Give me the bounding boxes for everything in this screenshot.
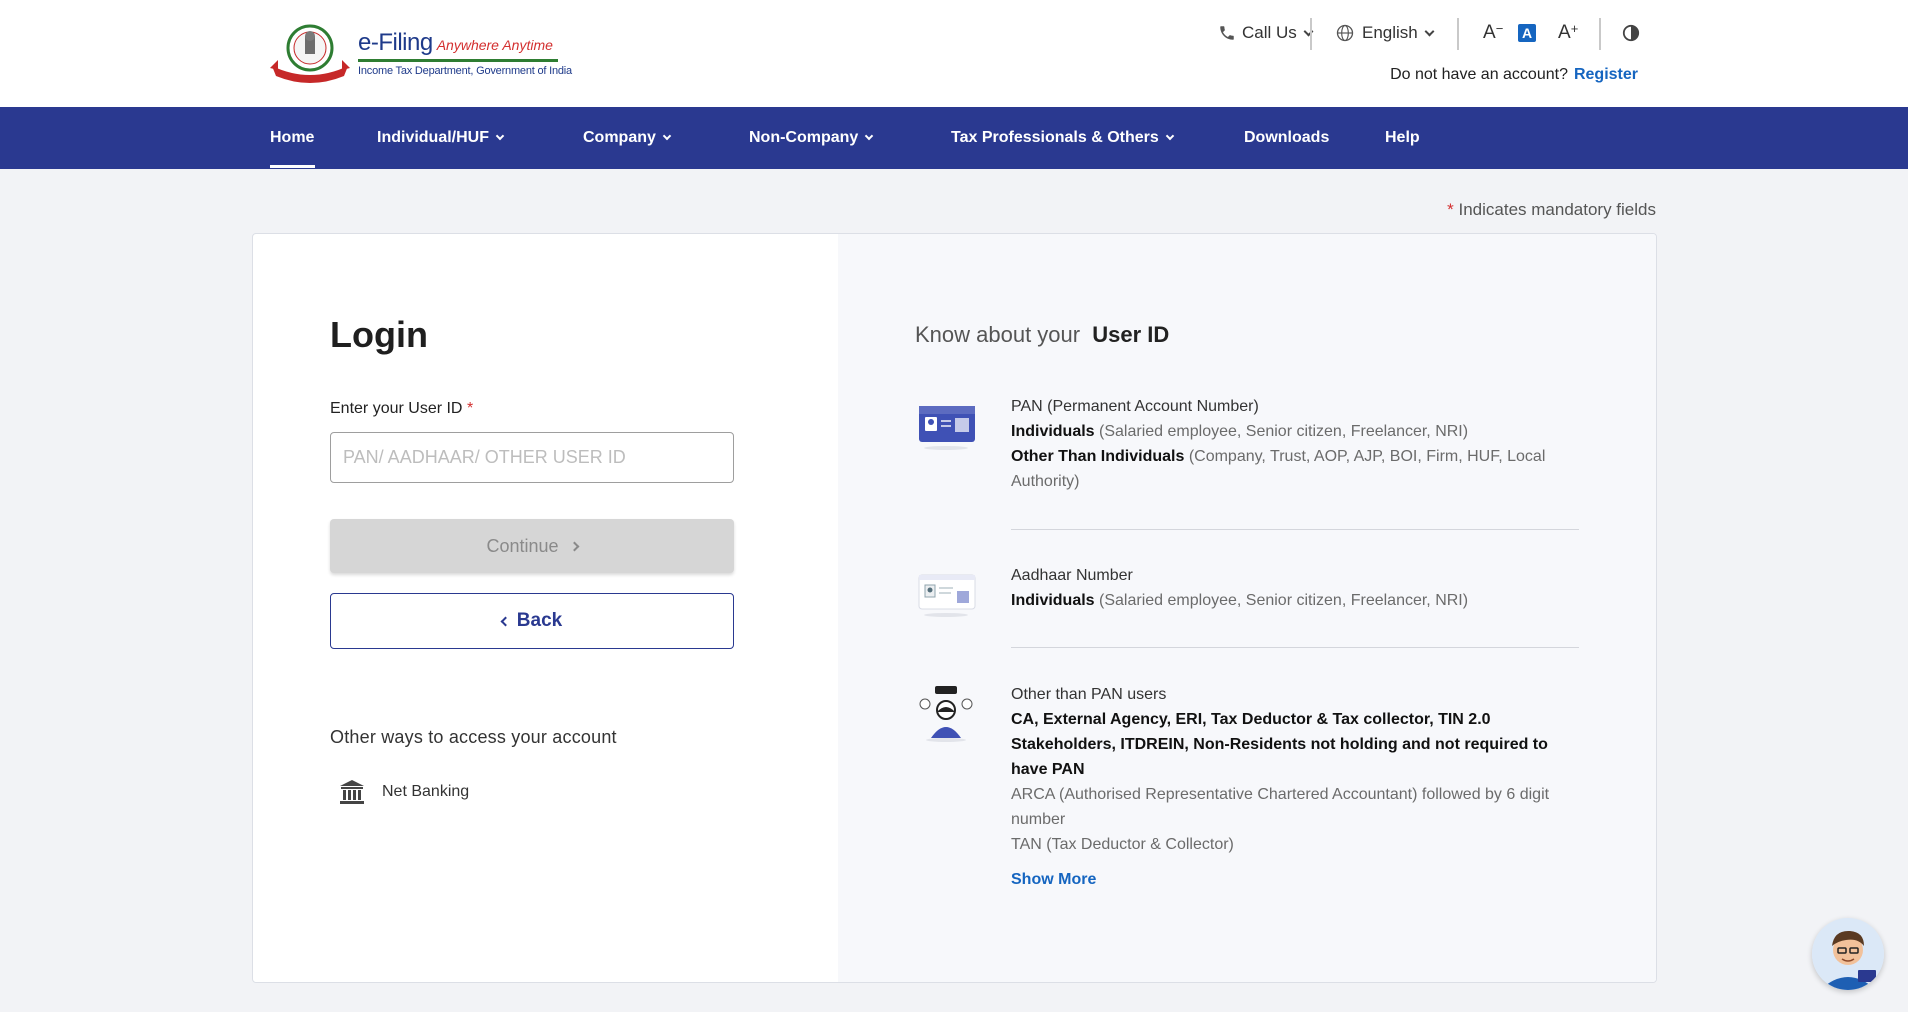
other-users-text: Other than PAN users CA, External Agency… <box>1011 682 1585 892</box>
income-tax-emblem-icon <box>270 24 350 83</box>
mandatory-note-text: Indicates mandatory fields <box>1458 200 1657 219</box>
font-default-button[interactable]: A <box>1518 18 1536 48</box>
net-banking-label: Net Banking <box>382 783 470 800</box>
brand-title: e-Filing <box>358 29 433 56</box>
pan-other-label: Other Than Individuals <box>1011 448 1185 465</box>
call-us-label: Call Us <box>1242 23 1297 42</box>
mandatory-note: * Indicates mandatory fields <box>1447 200 1657 219</box>
nav-label: Company <box>583 129 656 146</box>
font-decrease-icon: A <box>1483 22 1496 43</box>
chevron-down-icon <box>495 131 505 141</box>
pan-ind-desc: (Salaried employee, Senior citizen, Free… <box>1099 423 1469 440</box>
continue-label: Continue <box>486 535 559 556</box>
userid-input[interactable] <box>330 432 734 483</box>
user-group-icon <box>919 686 973 742</box>
back-label: Back <box>516 610 563 631</box>
nav-item-tax-professionals[interactable]: Tax Professionals & Others <box>951 107 1175 169</box>
continue-button[interactable]: Continue <box>330 519 734 573</box>
brand-tagline: Anywhere Anytime <box>436 37 553 53</box>
back-button[interactable]: Back <box>330 593 734 649</box>
globe-icon <box>1336 24 1354 42</box>
nav-label: Tax Professionals & Others <box>951 129 1159 146</box>
brand-subtitle: Income Tax Department, Government of Ind… <box>358 65 572 77</box>
aadhaar-ind-desc: (Salaried employee, Senior citizen, Free… <box>1099 592 1469 609</box>
chevron-down-icon <box>1424 26 1435 36</box>
pan-ind-label: Individuals <box>1011 423 1095 440</box>
register-link[interactable]: Register <box>1574 66 1638 83</box>
divider <box>1310 18 1312 50</box>
tan-desc: TAN (Tax Deductor & Collector) <box>1011 836 1234 853</box>
net-banking-option[interactable]: Net Banking <box>338 778 469 806</box>
nav-label: Home <box>270 129 315 146</box>
show-more-link[interactable]: Show More <box>1011 871 1096 888</box>
main-navigation: Home Individual/HUF Company Non-Company … <box>0 107 1908 169</box>
other-users-heading: Other than PAN users <box>1011 686 1167 703</box>
divider <box>1011 647 1579 648</box>
know-title-strong: User ID <box>1092 322 1170 347</box>
aadhaar-heading: Aadhaar Number <box>1011 567 1133 584</box>
site-header: e-Filing Anywhere Anytime Income Tax Dep… <box>0 0 1908 107</box>
brand-divider <box>358 59 558 62</box>
aadhaar-ind-label: Individuals <box>1011 592 1095 609</box>
divider <box>1011 529 1579 530</box>
assistant-avatar-icon <box>1812 918 1884 990</box>
header-utilities: Call Us English A − A A + <box>1208 18 1908 50</box>
phone-icon <box>1220 26 1234 40</box>
aadhaar-info-text: Aadhaar Number Individuals (Salaried emp… <box>1011 563 1585 613</box>
other-users-types: CA, External Agency, ERI, Tax Deductor &… <box>1011 711 1548 778</box>
login-card: Login Enter your User ID * Continue Back… <box>252 233 1657 983</box>
register-prompt: Do not have an account? Register <box>1390 66 1638 84</box>
call-us-dropdown[interactable]: Call Us <box>1218 18 1314 48</box>
chevron-down-icon <box>865 131 874 141</box>
bank-icon <box>340 780 364 804</box>
aadhaar-card-icon <box>918 574 976 617</box>
nav-label: Help <box>1385 129 1420 146</box>
language-dropdown[interactable]: English <box>1335 18 1435 48</box>
other-ways-heading: Other ways to access your account <box>330 727 617 747</box>
contrast-icon <box>1622 24 1640 42</box>
pan-heading: PAN (Permanent Account Number) <box>1011 398 1259 415</box>
nav-item-help[interactable]: Help <box>1385 107 1420 169</box>
chevron-left-icon <box>500 616 511 626</box>
nav-label: Downloads <box>1244 129 1330 146</box>
nav-item-company[interactable]: Company <box>583 107 672 169</box>
nav-item-home[interactable]: Home <box>270 107 314 169</box>
divider <box>1599 18 1601 50</box>
know-user-id-title: Know about your User ID <box>915 322 1169 348</box>
account-prompt-text: Do not have an account? <box>1390 66 1568 83</box>
font-increase-icon: A <box>1558 22 1571 43</box>
font-increase-button[interactable]: A + <box>1558 18 1578 48</box>
userid-label: Enter your User ID * <box>330 400 474 417</box>
nav-item-non-company[interactable]: Non-Company <box>749 107 874 169</box>
nav-active-indicator <box>270 165 315 168</box>
chevron-down-icon <box>1165 131 1175 141</box>
font-default-icon: A <box>1518 24 1536 42</box>
know-title-prefix: Know about your <box>915 322 1081 347</box>
pan-card-icon <box>919 406 975 450</box>
userid-label-text: Enter your User ID <box>330 400 463 417</box>
nav-item-individual-huf[interactable]: Individual/HUF <box>377 107 505 169</box>
nav-label: Non-Company <box>749 129 859 146</box>
chevron-right-icon <box>569 541 579 551</box>
font-decrease-button[interactable]: A − <box>1483 18 1503 48</box>
contrast-toggle[interactable] <box>1622 18 1640 48</box>
page-title: Login <box>330 314 428 355</box>
nav-label: Individual/HUF <box>377 129 489 146</box>
arca-desc: ARCA (Authorised Representative Chartere… <box>1011 786 1550 828</box>
divider <box>1457 18 1459 50</box>
chat-assistant-button[interactable] <box>1812 918 1884 990</box>
pan-info-text: PAN (Permanent Account Number) Individua… <box>1011 394 1585 494</box>
nav-item-downloads[interactable]: Downloads <box>1244 107 1329 169</box>
language-label: English <box>1362 23 1418 42</box>
chevron-down-icon <box>662 131 672 141</box>
efiling-logo[interactable]: e-Filing Anywhere Anytime Income Tax Dep… <box>268 22 572 84</box>
